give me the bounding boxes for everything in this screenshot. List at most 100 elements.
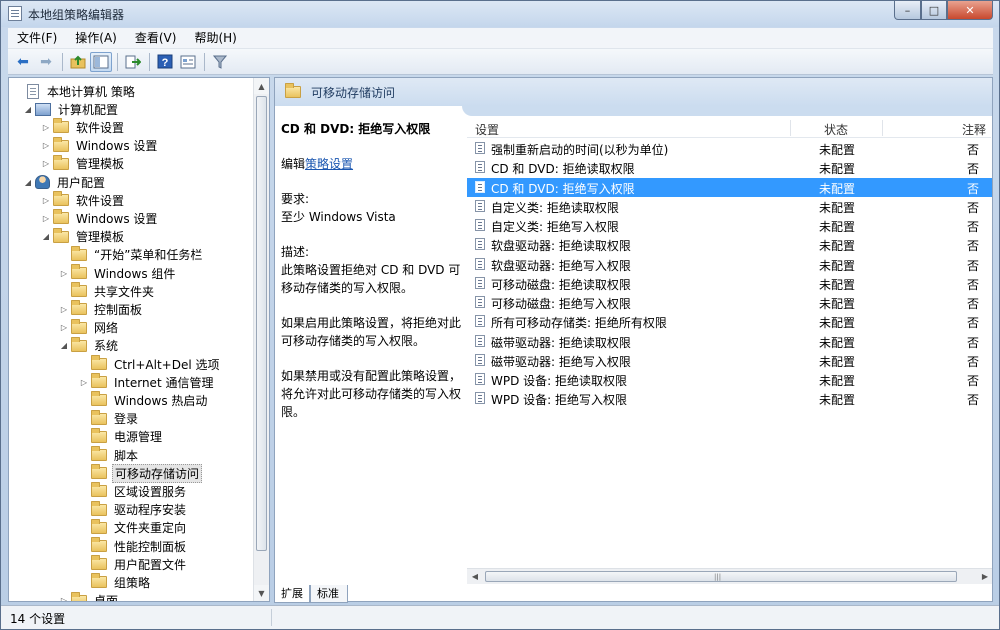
back-arrow-icon[interactable]: ⬅ [12,52,34,72]
table-row[interactable]: 磁带驱动器: 拒绝写入权限 未配置 否 [467,351,992,370]
table-row[interactable]: CD 和 DVD: 拒绝写入权限 未配置 否 [467,177,992,197]
tree-item[interactable]: ◢ 管理模板 [41,227,126,246]
setting-name: WPD 设备: 拒绝写入权限 [491,393,628,408]
table-row[interactable]: 所有可移动存储类: 拒绝所有权限 未配置 否 [467,312,992,331]
column-header-comment[interactable]: 注释 [962,121,986,138]
tree-item[interactable]: ▷ 控制面板 [59,300,144,318]
expand-arrow-icon[interactable]: ▷ [59,323,69,332]
tree-item-label: 性能控制面板 [114,539,187,554]
tree-item[interactable]: ▷ Windows 设置 [41,136,159,155]
tree-item[interactable]: 电源管理 [79,427,164,446]
tree-item[interactable]: 区域设置服务 [79,482,188,500]
tree-item[interactable]: ▷ 软件设置 [41,191,126,209]
scroll-left-icon[interactable]: ◀ [467,569,483,584]
maximize-button[interactable]: □ [921,1,947,20]
menu-help[interactable]: 帮助(H) [185,28,245,49]
tree-item[interactable]: 可移动存储访问 [79,463,203,483]
column-header-state[interactable]: 状态 [824,121,848,138]
collapse-arrow-icon[interactable]: ◢ [41,232,51,241]
table-row[interactable]: 自定义类: 拒绝写入权限 未配置 否 [467,216,992,235]
expand-arrow-icon[interactable]: ▷ [41,141,51,150]
table-row[interactable]: 强制重新启动的时间(以秒为单位) 未配置 否 [467,139,992,158]
scroll-up-icon[interactable]: ▲ [254,78,269,94]
collapse-arrow-icon[interactable]: ◢ [59,341,69,350]
menu-view[interactable]: 查看(V) [126,28,186,49]
table-row[interactable]: CD 和 DVD: 拒绝读取权限 未配置 否 [467,158,992,177]
tree-item[interactable]: ▷ 桌面 [59,591,120,601]
expand-arrow-icon[interactable]: ▷ [41,159,51,168]
tree-item[interactable]: ▷ Windows 组件 [59,264,177,282]
tree-item[interactable]: 驱动程序安装 [79,500,188,519]
close-button[interactable]: ✕ [947,1,993,20]
setting-state: 未配置 [819,374,856,388]
table-row[interactable]: 可移动磁盘: 拒绝读取权限 未配置 否 [467,274,992,293]
scroll-thumb[interactable]: ||| [485,571,957,582]
menu-action[interactable]: 操作(A) [66,28,126,49]
tree-item[interactable]: 用户配置文件 [79,555,188,573]
tree-item[interactable]: ◢ 系统 [59,336,120,355]
tree-item[interactable]: Ctrl+Alt+Del 选项 [79,355,221,373]
tree-item-label: 管理模板 [76,230,125,245]
table-row[interactable]: 软盘驱动器: 拒绝写入权限 未配置 否 [467,255,992,274]
filter-icon[interactable] [209,52,231,72]
tree-item[interactable]: 登录 [79,409,140,428]
properties-icon[interactable] [177,52,199,72]
tree-item[interactable]: 脚本 [79,446,140,464]
tree-vertical-scrollbar[interactable]: ▲ ▼ [253,78,269,601]
expand-arrow-icon[interactable]: ▷ [41,214,51,223]
tree-item[interactable]: 共享文件夹 [59,282,156,300]
edit-policy-link[interactable]: 策略设置 [305,157,353,171]
tab-standard[interactable]: 标准 [310,585,348,603]
expand-arrow-icon[interactable]: ▷ [41,123,51,132]
title-bar[interactable]: 本地组策略编辑器 – □ ✕ [1,1,999,27]
setting-comment: 否 [967,181,980,196]
tree-item[interactable]: ◢ 计算机配置 [23,100,120,118]
scroll-thumb[interactable] [256,96,267,551]
tree-item[interactable]: “开始”菜单和任务栏 [59,245,204,264]
tree-item[interactable]: ▷ Internet 通信管理 [79,373,215,391]
setting-state: 未配置 [819,143,856,157]
tree-item[interactable]: 本地计算机 策略 [15,82,137,100]
tree-item[interactable]: ◢ 用户配置 [23,173,107,191]
setting-name: CD 和 DVD: 拒绝读取权限 [491,162,635,177]
expand-arrow-icon[interactable]: ▷ [59,596,69,601]
help-icon[interactable]: ? [154,52,176,72]
tree-item[interactable]: 组策略 [79,573,152,591]
expand-arrow-icon[interactable]: ▷ [59,305,69,314]
table-row[interactable]: 可移动磁盘: 拒绝写入权限 未配置 否 [467,293,992,312]
collapse-arrow-icon[interactable]: ◢ [23,105,33,114]
scroll-right-icon[interactable]: ▶ [977,569,992,584]
list-horizontal-scrollbar[interactable]: ◀ ||| ▶ [467,568,992,584]
setting-comment: 否 [967,354,980,369]
tree-item[interactable]: 性能控制面板 [79,537,188,555]
minimize-button[interactable]: – [894,1,921,20]
folder-icon [91,537,107,552]
expand-arrow-icon[interactable]: ▷ [79,378,89,387]
tree-item-label: Windows 组件 [94,266,176,281]
table-row[interactable]: WPD 设备: 拒绝读取权限 未配置 否 [467,370,992,389]
table-row[interactable]: 磁带驱动器: 拒绝读取权限 未配置 否 [467,332,992,351]
scroll-down-icon[interactable]: ▼ [254,585,269,601]
folder-icon [91,482,107,498]
column-divider[interactable] [790,120,791,136]
show-tree-icon[interactable] [90,51,112,72]
expand-arrow-icon[interactable]: ▷ [41,196,51,205]
tree-item[interactable]: ▷ 软件设置 [41,118,126,136]
export-list-icon[interactable] [122,52,144,72]
forward-arrow-icon[interactable]: ➡ [35,52,57,72]
up-folder-icon[interactable] [67,52,89,72]
column-divider[interactable] [882,120,883,136]
tree-item[interactable]: ▷ 网络 [59,318,120,337]
tree-item[interactable]: Windows 热启动 [79,391,209,409]
collapse-arrow-icon[interactable]: ◢ [23,178,33,187]
expand-arrow-icon[interactable]: ▷ [59,269,69,278]
table-row[interactable]: 自定义类: 拒绝读取权限 未配置 否 [467,197,992,216]
table-row[interactable]: WPD 设备: 拒绝写入权限 未配置 否 [467,389,992,408]
tab-extended[interactable]: 扩展 [274,585,310,603]
tree-item[interactable]: 文件夹重定向 [79,518,188,537]
menu-file[interactable]: 文件(F) [8,28,66,49]
column-header-setting[interactable]: 设置 [475,121,499,138]
table-row[interactable]: 软盘驱动器: 拒绝读取权限 未配置 否 [467,235,992,254]
tree-item[interactable]: ▷ 管理模板 [41,154,126,173]
tree-item[interactable]: ▷ Windows 设置 [41,209,159,227]
